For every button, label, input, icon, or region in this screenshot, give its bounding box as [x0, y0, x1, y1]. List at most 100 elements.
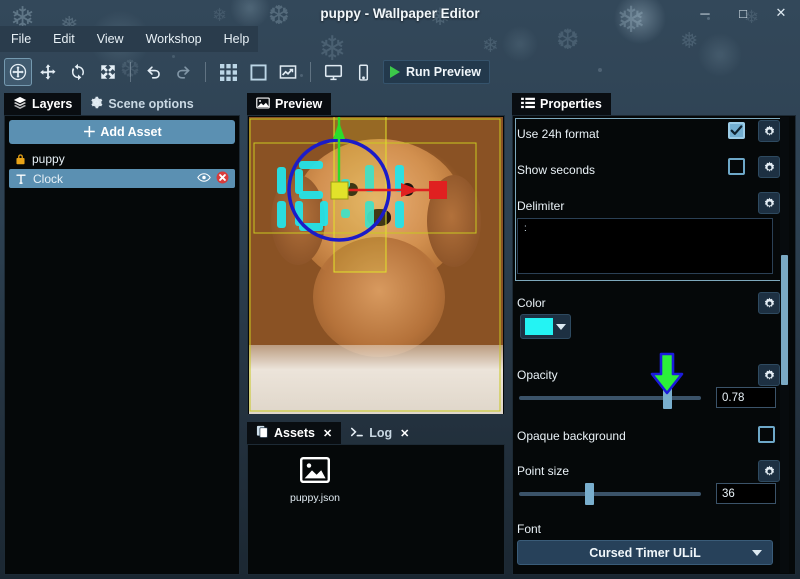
- image-file-icon: [300, 457, 331, 488]
- color-label: Color: [517, 296, 546, 310]
- maximize-button[interactable]: □: [724, 0, 762, 26]
- layer-item-clock[interactable]: Clock: [9, 169, 235, 188]
- layer-item-clock-label: Clock: [33, 171, 64, 186]
- delimiter-label: Delimiter: [517, 199, 565, 213]
- toolbar: Run Preview: [0, 56, 800, 88]
- opacity-settings-button[interactable]: [758, 364, 780, 386]
- tab-log[interactable]: Log ✕: [341, 422, 418, 444]
- tab-assets-label: Assets: [274, 426, 315, 440]
- image-icon: [256, 97, 270, 112]
- asset-item-label: puppy.json: [289, 492, 340, 504]
- point-size-label: Point size: [517, 464, 570, 478]
- delete-icon[interactable]: [216, 171, 229, 187]
- preview-panel[interactable]: [247, 115, 505, 415]
- properties-panel: Use 24h format Show seconds Delimiter: …: [512, 115, 796, 575]
- property-font: Font: [517, 520, 775, 538]
- tab-properties-label: Properties: [540, 97, 602, 111]
- minimize-button[interactable]: ─: [686, 0, 724, 26]
- assets-panel: puppy.json: [247, 444, 505, 575]
- point-size-slider-track[interactable]: [519, 492, 701, 496]
- toolbar-separator: [205, 62, 206, 82]
- font-select[interactable]: Cursed Timer ULiL: [517, 540, 773, 565]
- bounds-icon[interactable]: [244, 58, 272, 86]
- point-size-slider-thumb[interactable]: [585, 483, 594, 505]
- menu-item-view[interactable]: View: [87, 28, 134, 50]
- terminal-icon: [350, 426, 364, 441]
- menu-item-file[interactable]: File: [1, 28, 41, 50]
- list-icon: [521, 97, 535, 112]
- wallpaper-editor-window: ❄ ❅ ❆ ❄ ❅ ❄ ❆ ❄ ❅ ❄ ❆ ❄ puppy - Wallpape…: [0, 0, 800, 579]
- use-24h-format-settings-button[interactable]: [758, 120, 780, 142]
- property-delimiter: Delimiter: [517, 194, 775, 218]
- delimiter-textarea[interactable]: :: [517, 218, 773, 274]
- close-button[interactable]: ✕: [762, 0, 800, 26]
- show-seconds-settings-button[interactable]: [758, 156, 780, 178]
- point-size-value-input[interactable]: 36: [716, 483, 776, 504]
- move-tool-icon[interactable]: [34, 58, 62, 86]
- add-asset-label: Add Asset: [100, 125, 162, 139]
- property-point-size: Point size: [517, 462, 775, 480]
- window-title: puppy - Wallpaper Editor: [320, 5, 480, 21]
- asset-item[interactable]: puppy.json: [280, 457, 350, 504]
- rotate-tool-icon[interactable]: [64, 58, 92, 86]
- left-panel-tabs: Layers Scene options: [4, 93, 240, 115]
- point-size-settings-button[interactable]: [758, 460, 780, 482]
- tab-assets[interactable]: Assets ✕: [247, 422, 342, 444]
- tab-layers[interactable]: Layers: [4, 93, 82, 115]
- use-24h-format-label: Use 24h format: [517, 127, 600, 141]
- run-preview-button[interactable]: Run Preview: [383, 60, 491, 84]
- color-picker-button[interactable]: [520, 314, 571, 339]
- menu-bar: File Edit View Workshop Help: [0, 26, 258, 52]
- opacity-slider-track[interactable]: [519, 396, 701, 400]
- snowflake-decor: ❅: [680, 28, 699, 53]
- gear-icon: [90, 96, 103, 112]
- tab-properties[interactable]: Properties: [512, 93, 611, 115]
- scale-tool-icon[interactable]: [94, 58, 122, 86]
- right-panel-tabs: Properties: [512, 93, 796, 115]
- menu-item-help[interactable]: Help: [214, 28, 260, 50]
- layers-panel: ＋ Add Asset puppy Clock: [4, 115, 240, 575]
- undo-icon[interactable]: [139, 58, 167, 86]
- use-24h-format-checkbox[interactable]: [728, 122, 745, 139]
- tab-log-label: Log: [369, 426, 393, 440]
- select-tool-icon[interactable]: [4, 58, 32, 86]
- redo-icon[interactable]: [169, 58, 197, 86]
- show-seconds-label: Show seconds: [517, 163, 596, 177]
- toolbar-separator: [130, 62, 131, 82]
- menu-item-edit[interactable]: Edit: [43, 28, 85, 50]
- tab-preview-label: Preview: [275, 97, 323, 111]
- opacity-value-input[interactable]: 0.78: [716, 387, 776, 408]
- menu-item-workshop[interactable]: Workshop: [136, 28, 212, 50]
- eye-icon[interactable]: [197, 172, 211, 186]
- chevron-down-icon: [752, 549, 762, 556]
- tab-scene-options[interactable]: Scene options: [81, 93, 202, 115]
- property-opaque-background: Opaque background: [517, 426, 775, 446]
- grid-icon[interactable]: [214, 58, 242, 86]
- layer-item-puppy[interactable]: puppy: [9, 149, 235, 168]
- title-bar[interactable]: puppy - Wallpaper Editor ─ □ ✕: [0, 0, 800, 26]
- add-asset-button[interactable]: ＋ Add Asset: [9, 120, 235, 144]
- tab-preview[interactable]: Preview: [247, 93, 332, 115]
- opaque-background-checkbox[interactable]: [758, 426, 775, 443]
- stats-icon[interactable]: [274, 58, 302, 86]
- phone-icon[interactable]: [349, 58, 377, 86]
- monitor-icon[interactable]: [319, 58, 347, 86]
- color-swatch: [525, 318, 553, 335]
- tab-assets-close-icon[interactable]: ✕: [323, 427, 332, 440]
- run-preview-label: Run Preview: [406, 65, 482, 79]
- show-seconds-checkbox[interactable]: [728, 158, 745, 175]
- puppy-body: [313, 237, 445, 357]
- tab-log-close-icon[interactable]: ✕: [400, 427, 409, 440]
- opacity-slider-thumb[interactable]: [663, 387, 672, 409]
- preview-image: [249, 117, 503, 414]
- toolbar-separator: [310, 62, 311, 82]
- puppy-ear-right: [427, 175, 481, 267]
- layer-item-puppy-label: puppy: [32, 151, 65, 166]
- layer-actions: [197, 171, 229, 187]
- tab-layers-label: Layers: [32, 97, 73, 111]
- snowflake-decor: ❄: [482, 35, 499, 57]
- properties-scrollbar-thumb[interactable]: [781, 255, 788, 385]
- color-settings-button[interactable]: [758, 292, 780, 314]
- delimiter-settings-button[interactable]: [758, 192, 780, 214]
- tab-scene-options-label: Scene options: [108, 97, 194, 111]
